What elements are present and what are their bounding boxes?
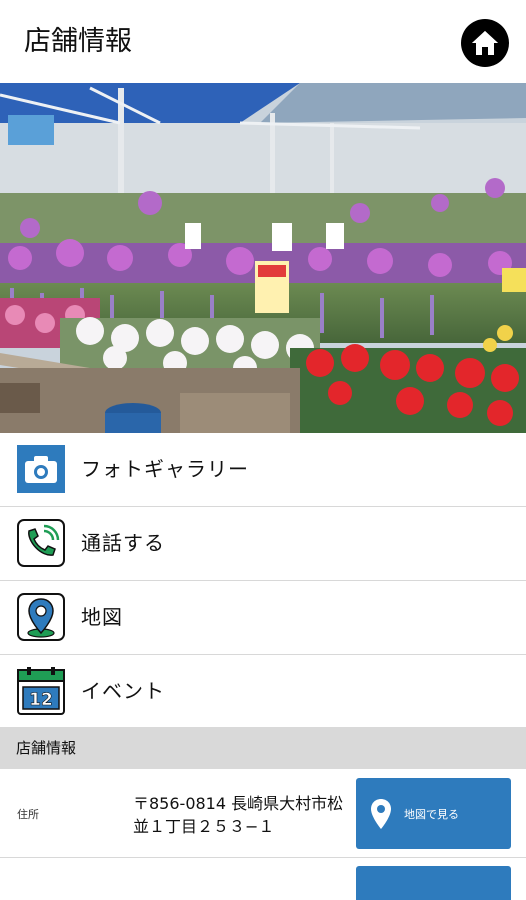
home-icon xyxy=(472,31,498,55)
address-row: 住所 〒856-0814 長崎県大村市松並１丁目２５３−１ 地図で見る xyxy=(0,769,526,858)
store-photo xyxy=(0,83,526,433)
home-button[interactable] xyxy=(461,19,509,67)
phone-icon xyxy=(17,519,65,567)
menu-item-photo-gallery[interactable]: フォトギャラリー xyxy=(0,433,526,507)
menu-item-call[interactable]: 通話する xyxy=(0,507,526,581)
menu-label-map: 地図 xyxy=(81,605,123,629)
map-pin-icon xyxy=(371,799,391,829)
calendar-icon: 12 xyxy=(17,667,65,715)
store-info-section-header: 店舗情報 xyxy=(0,727,526,769)
calendar-icon-number: 12 xyxy=(29,690,53,710)
menu-label-photo-gallery: フォトギャラリー xyxy=(81,457,249,481)
menu-list: フォトギャラリー 通話する 地図 12 イベント xyxy=(0,433,526,729)
page-title: 店舗情報 xyxy=(24,26,132,57)
next-action-button[interactable] xyxy=(356,866,511,900)
address-value: 〒856-0814 長崎県大村市松並１丁目２５３−１ xyxy=(133,794,344,836)
camera-icon xyxy=(17,445,65,493)
menu-label-event: イベント xyxy=(81,679,165,703)
view-on-map-label: 地図で見る xyxy=(404,808,459,821)
section-title: 店舗情報 xyxy=(16,739,77,757)
app-header: 店舗情報 xyxy=(0,0,526,83)
garden-center-photo xyxy=(0,83,526,433)
view-on-map-button[interactable]: 地図で見る xyxy=(356,778,511,849)
map-pin-icon xyxy=(17,593,65,641)
menu-item-map[interactable]: 地図 xyxy=(0,581,526,655)
menu-item-event[interactable]: 12 イベント xyxy=(0,655,526,729)
address-label: 住所 xyxy=(17,808,39,821)
menu-label-call: 通話する xyxy=(81,531,165,555)
